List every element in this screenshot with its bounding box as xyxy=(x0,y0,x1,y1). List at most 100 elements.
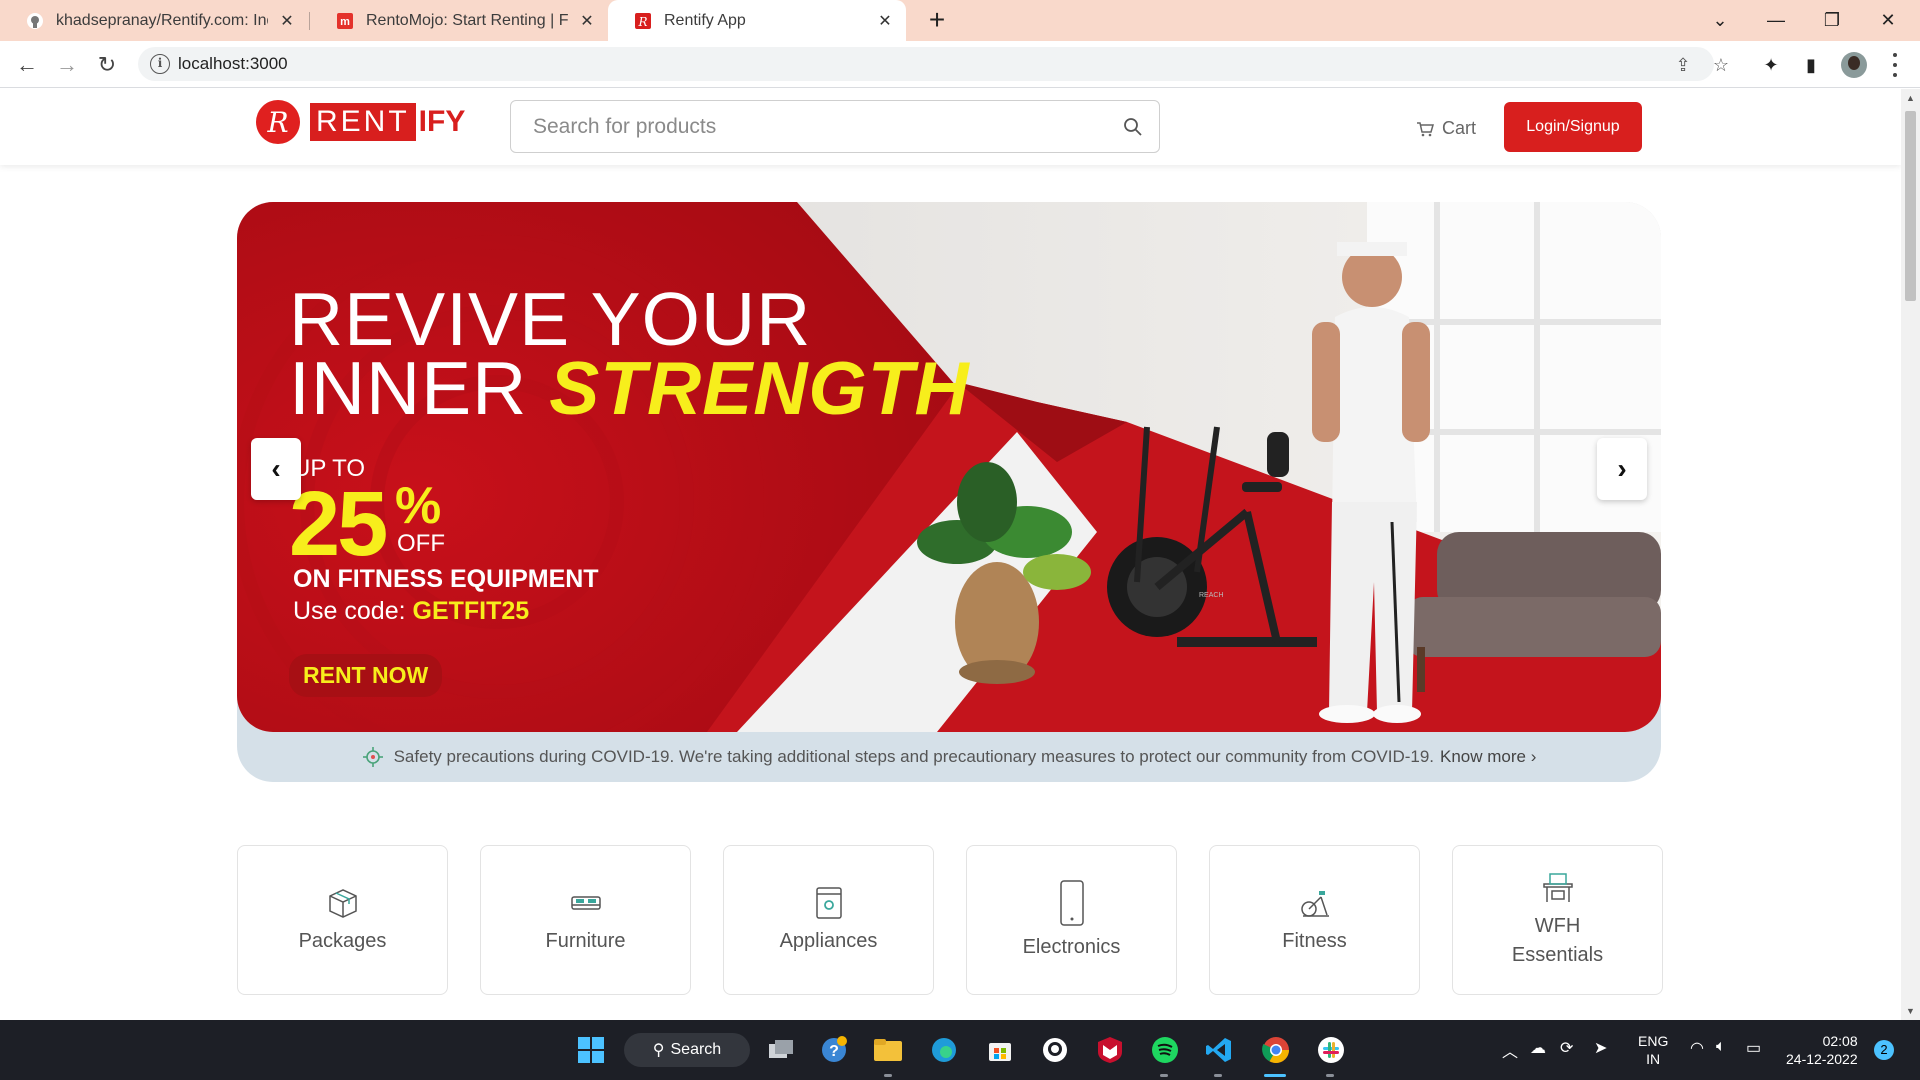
product-search-box xyxy=(510,100,1160,153)
edge-browser-icon[interactable] xyxy=(928,1034,960,1066)
scrollbar-thumb[interactable] xyxy=(1905,111,1916,301)
bookmark-star-icon[interactable]: ☆ xyxy=(1710,54,1732,76)
mcafee-icon[interactable] xyxy=(1094,1034,1126,1066)
task-view-icon[interactable] xyxy=(765,1034,797,1066)
close-window-icon[interactable]: ✕ xyxy=(1860,0,1916,41)
input-language-indicator[interactable]: ENG IN xyxy=(1638,1032,1668,1068)
extensions-puzzle-icon[interactable]: ✦ xyxy=(1760,54,1782,76)
url-text[interactable]: localhost:3000 xyxy=(178,54,288,74)
rentify-favicon-icon: R xyxy=(634,12,652,30)
search-icon: ⚲ xyxy=(652,1042,665,1059)
chrome-icon[interactable] xyxy=(1260,1034,1292,1066)
site-info-icon[interactable]: i xyxy=(150,54,170,74)
category-label: Furniture xyxy=(545,929,626,952)
windows-start-icon[interactable] xyxy=(575,1034,607,1066)
banner-percent-sign: % xyxy=(395,477,442,535)
close-tab-icon[interactable]: ✕ xyxy=(874,10,896,32)
scroll-down-arrow-icon[interactable]: ▼ xyxy=(1906,1006,1915,1016)
location-arrow-icon[interactable]: ➤ xyxy=(1594,1038,1607,1058)
rent-now-button[interactable]: RENT NOW xyxy=(289,654,443,697)
cart-link[interactable]: Cart xyxy=(1416,118,1476,139)
close-tab-icon[interactable]: ✕ xyxy=(576,10,598,32)
promo-code-value: GETFIT25 xyxy=(412,597,530,625)
hero-banner-slide[interactable]: REACH REVIVE YOUR INNER STRENGTH UP TO 2… xyxy=(237,202,1661,732)
search-icon[interactable] xyxy=(1123,117,1143,137)
onedrive-cloud-icon[interactable]: ☁ xyxy=(1530,1038,1546,1058)
close-tab-icon[interactable]: ✕ xyxy=(276,10,298,32)
taskbar-search-button[interactable]: ⚲ Search xyxy=(624,1033,750,1067)
tab-title: RentoMojo: Start Renting | Furnit xyxy=(366,11,568,29)
profile-avatar[interactable] xyxy=(1841,52,1867,78)
category-card-fitness[interactable]: Fitness xyxy=(1209,845,1420,995)
bike-brand-label: REACH xyxy=(1199,592,1224,599)
promo-code-prefix: Use code: xyxy=(293,597,413,625)
tab-search-chevron-icon[interactable]: ⌄ xyxy=(1692,0,1748,41)
bed-icon xyxy=(570,895,601,910)
svg-text:?: ? xyxy=(829,1043,839,1060)
scroll-up-arrow-icon[interactable]: ▲ xyxy=(1906,93,1915,103)
rentify-logo[interactable]: R RENT IFY xyxy=(256,100,465,144)
taskbar-running-indicator xyxy=(1160,1074,1168,1077)
tab-rentify-app[interactable]: R Rentify App ✕ xyxy=(608,0,906,41)
slack-icon[interactable] xyxy=(1315,1034,1347,1066)
browser-toolbar: ← → ↻ i localhost:3000 ⇪ ☆ ✦ ▮ xyxy=(0,41,1920,88)
wifi-icon[interactable]: ◠ xyxy=(1690,1038,1704,1058)
covid-notice: Safety precautions during COVID-19. We'r… xyxy=(237,732,1661,782)
smartphone-icon xyxy=(1059,879,1084,926)
category-label: WFH Essentials xyxy=(1511,915,1604,966)
hero-carousel: REACH REVIVE YOUR INNER STRENGTH UP TO 2… xyxy=(237,202,1661,782)
share-icon[interactable]: ⇪ xyxy=(1672,54,1694,76)
tab-rentomojo[interactable]: m RentoMojo: Start Renting | Furnit ✕ xyxy=(310,0,608,41)
tab-github[interactable]: khadsepranay/Rentify.com: India ✕ xyxy=(0,0,308,41)
file-explorer-icon[interactable] xyxy=(872,1034,904,1066)
category-label: Packages xyxy=(298,929,387,952)
banner-promo-code: Use code: GETFIT25 xyxy=(293,597,529,626)
github-desktop-icon[interactable] xyxy=(1039,1034,1071,1066)
sync-icon[interactable]: ⟳ xyxy=(1560,1038,1573,1058)
show-hidden-icons-chevron-icon[interactable]: ︿ xyxy=(1502,1038,1518,1062)
category-card-furniture[interactable]: Furniture xyxy=(480,845,691,995)
new-tab-button[interactable]: + xyxy=(922,6,952,36)
login-signup-button[interactable]: Login/Signup xyxy=(1504,102,1642,152)
restore-window-icon[interactable]: ❐ xyxy=(1804,0,1860,41)
lang-code: ENG xyxy=(1638,1033,1669,1049)
banner-headline-line2: INNER STRENGTH xyxy=(289,345,970,431)
side-panel-icon[interactable]: ▮ xyxy=(1800,54,1822,76)
banner-off: OFF xyxy=(397,530,445,557)
search-input[interactable] xyxy=(531,113,1091,141)
taskbar-search-label: Search xyxy=(670,1041,722,1058)
clock-date: 24-12-2022 xyxy=(1786,1051,1858,1067)
forward-arrow-icon[interactable]: → xyxy=(51,49,83,81)
know-more-link[interactable]: Know more › xyxy=(1440,747,1536,767)
carousel-prev-chevron-icon[interactable]: ‹ xyxy=(251,438,301,500)
desk-chair-icon xyxy=(1542,873,1573,902)
minimize-window-icon[interactable]: — xyxy=(1748,0,1804,41)
browser-menu-icon[interactable] xyxy=(1890,50,1900,80)
category-card-electronics[interactable]: Electronics xyxy=(966,845,1177,995)
washing-machine-icon xyxy=(815,886,842,919)
reload-icon[interactable]: ↻ xyxy=(91,49,123,81)
microsoft-store-icon[interactable] xyxy=(984,1034,1016,1066)
github-icon xyxy=(26,12,44,30)
category-card-wfh-essentials[interactable]: WFH Essentials xyxy=(1452,845,1663,995)
browser-tab-strip: khadsepranay/Rentify.com: India ✕ m Rent… xyxy=(0,0,1920,41)
category-card-appliances[interactable]: Appliances xyxy=(723,845,934,995)
battery-icon[interactable]: ▭ xyxy=(1746,1038,1761,1058)
vscode-icon[interactable] xyxy=(1203,1034,1235,1066)
spotify-icon[interactable] xyxy=(1149,1034,1181,1066)
covid-notice-text: Safety precautions during COVID-19. We'r… xyxy=(393,747,1435,766)
back-arrow-icon[interactable]: ← xyxy=(11,49,43,81)
category-card-packages[interactable]: Packages xyxy=(237,845,448,995)
system-clock[interactable]: 02:08 24-12-2022 xyxy=(1786,1032,1858,1068)
taskbar-active-indicator xyxy=(1264,1074,1286,1077)
address-bar[interactable]: i localhost:3000 ⇪ ☆ xyxy=(138,47,1729,81)
carousel-next-chevron-icon[interactable]: › xyxy=(1597,438,1647,500)
category-label: Appliances xyxy=(779,929,878,952)
banner-category: ON FITNESS EQUIPMENT xyxy=(293,565,599,593)
site-header: R RENT IFY Cart Login/Signup xyxy=(0,89,1901,165)
page-scrollbar[interactable]: ▲ ▼ xyxy=(1901,89,1920,1020)
notification-count-badge[interactable]: 2 xyxy=(1874,1040,1894,1060)
volume-icon[interactable]: 🔈︎ xyxy=(1716,1038,1726,1056)
know-more-label: Know more xyxy=(1440,747,1526,766)
help-icon[interactable]: ? xyxy=(818,1034,850,1066)
